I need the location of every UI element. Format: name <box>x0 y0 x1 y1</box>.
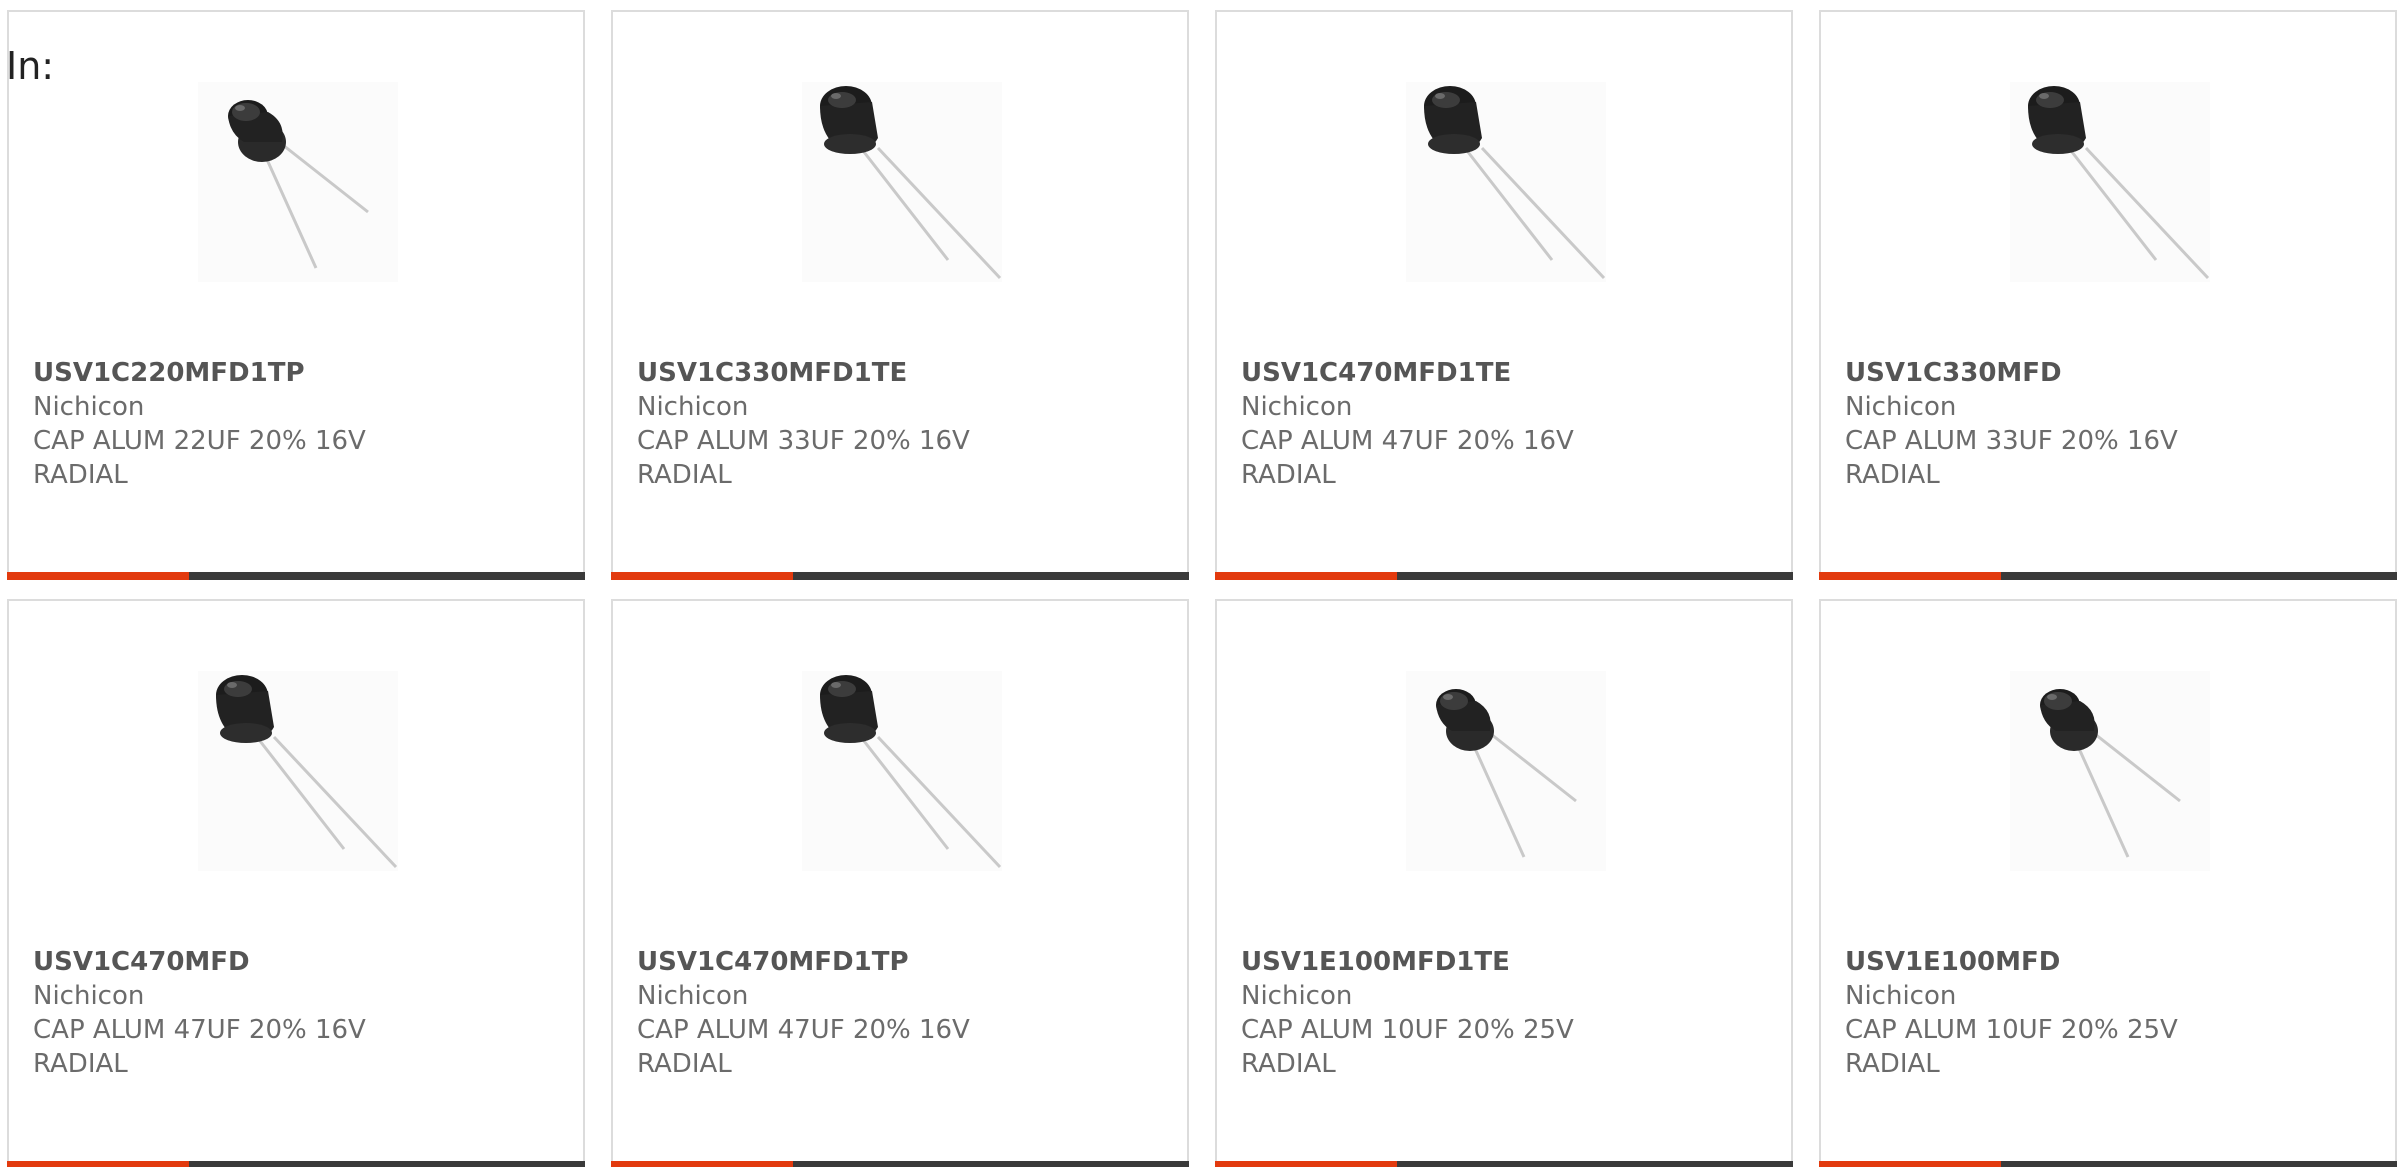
capacitor-image <box>802 82 1002 282</box>
filter-in-label: In: <box>6 44 55 88</box>
card-bottom-bar <box>1215 1161 1793 1167</box>
part-number-link[interactable]: USV1C330MFD1TE <box>637 356 1171 390</box>
card-accent-bar <box>1819 1161 2001 1167</box>
product-info: USV1C470MFD Nichicon CAP ALUM 47UF 20% 1… <box>33 945 567 1081</box>
capacitor-image <box>198 82 398 282</box>
card-accent-bar <box>1819 572 2001 580</box>
product-card[interactable]: USV1C330MFD1TE Nichicon CAP ALUM 33UF 20… <box>611 10 1189 580</box>
card-accent-bar <box>7 1161 189 1167</box>
product-card[interactable]: USV1C470MFD1TP Nichicon CAP ALUM 47UF 20… <box>611 599 1189 1167</box>
capacitor-image <box>2010 82 2210 282</box>
card-bottom-bar <box>1819 1161 2397 1167</box>
manufacturer: Nichicon <box>1845 392 1957 422</box>
card-accent-bar <box>611 572 793 580</box>
manufacturer: Nichicon <box>637 392 749 422</box>
description: CAP ALUM 47UF 20% 16V <box>1241 426 1574 456</box>
description: CAP ALUM 10UF 20% 25V <box>1241 1015 1574 1045</box>
product-info: USV1E100MFD Nichicon CAP ALUM 10UF 20% 2… <box>1845 945 2379 1081</box>
product-card[interactable]: USV1C470MFD Nichicon CAP ALUM 47UF 20% 1… <box>7 599 585 1167</box>
product-grid-page: In: USV1C220MFD1TP Nichicon CAP ALUM 22U… <box>0 0 2400 1167</box>
manufacturer: Nichicon <box>1241 981 1353 1011</box>
product-card[interactable]: USV1C330MFD Nichicon CAP ALUM 33UF 20% 1… <box>1819 10 2397 580</box>
product-info: USV1C470MFD1TP Nichicon CAP ALUM 47UF 20… <box>637 945 1171 1081</box>
product-info: USV1E100MFD1TE Nichicon CAP ALUM 10UF 20… <box>1241 945 1775 1081</box>
product-card[interactable]: USV1C470MFD1TE Nichicon CAP ALUM 47UF 20… <box>1215 10 1793 580</box>
description: CAP ALUM 22UF 20% 16V <box>33 426 366 456</box>
description-package: RADIAL <box>1241 1049 1336 1079</box>
manufacturer: Nichicon <box>33 392 145 422</box>
card-accent-bar <box>1215 572 1397 580</box>
description-package: RADIAL <box>33 460 128 490</box>
product-card[interactable]: USV1C220MFD1TP Nichicon CAP ALUM 22UF 20… <box>7 10 585 580</box>
manufacturer: Nichicon <box>1845 981 1957 1011</box>
card-bottom-bar <box>611 572 1189 580</box>
part-number-link[interactable]: USV1E100MFD <box>1845 945 2379 979</box>
part-number-link[interactable]: USV1C330MFD <box>1845 356 2379 390</box>
capacitor-image <box>802 671 1002 871</box>
description-package: RADIAL <box>33 1049 128 1079</box>
card-bottom-bar <box>7 1161 585 1167</box>
product-info: USV1C470MFD1TE Nichicon CAP ALUM 47UF 20… <box>1241 356 1775 492</box>
capacitor-image <box>198 671 398 871</box>
manufacturer: Nichicon <box>637 981 749 1011</box>
part-number-link[interactable]: USV1C220MFD1TP <box>33 356 567 390</box>
part-number-link[interactable]: USV1C470MFD1TP <box>637 945 1171 979</box>
description: CAP ALUM 10UF 20% 25V <box>1845 1015 2178 1045</box>
product-info: USV1C220MFD1TP Nichicon CAP ALUM 22UF 20… <box>33 356 567 492</box>
product-card[interactable]: USV1E100MFD Nichicon CAP ALUM 10UF 20% 2… <box>1819 599 2397 1167</box>
card-accent-bar <box>1215 1161 1397 1167</box>
product-card[interactable]: USV1E100MFD1TE Nichicon CAP ALUM 10UF 20… <box>1215 599 1793 1167</box>
part-number-link[interactable]: USV1C470MFD1TE <box>1241 356 1775 390</box>
product-info: USV1C330MFD Nichicon CAP ALUM 33UF 20% 1… <box>1845 356 2379 492</box>
card-bottom-bar <box>1215 572 1793 580</box>
description-package: RADIAL <box>1241 460 1336 490</box>
description-package: RADIAL <box>637 460 732 490</box>
description: CAP ALUM 33UF 20% 16V <box>1845 426 2178 456</box>
card-bottom-bar <box>1819 572 2397 580</box>
description: CAP ALUM 47UF 20% 16V <box>33 1015 366 1045</box>
description-package: RADIAL <box>637 1049 732 1079</box>
part-number-link[interactable]: USV1C470MFD <box>33 945 567 979</box>
product-info: USV1C330MFD1TE Nichicon CAP ALUM 33UF 20… <box>637 356 1171 492</box>
card-bottom-bar <box>7 572 585 580</box>
manufacturer: Nichicon <box>1241 392 1353 422</box>
card-accent-bar <box>611 1161 793 1167</box>
part-number-link[interactable]: USV1E100MFD1TE <box>1241 945 1775 979</box>
card-bottom-bar <box>611 1161 1189 1167</box>
manufacturer: Nichicon <box>33 981 145 1011</box>
description: CAP ALUM 33UF 20% 16V <box>637 426 970 456</box>
capacitor-image <box>2010 671 2210 871</box>
capacitor-image <box>1406 82 1606 282</box>
description-package: RADIAL <box>1845 1049 1940 1079</box>
description: CAP ALUM 47UF 20% 16V <box>637 1015 970 1045</box>
card-accent-bar <box>7 572 189 580</box>
description-package: RADIAL <box>1845 460 1940 490</box>
capacitor-image <box>1406 671 1606 871</box>
